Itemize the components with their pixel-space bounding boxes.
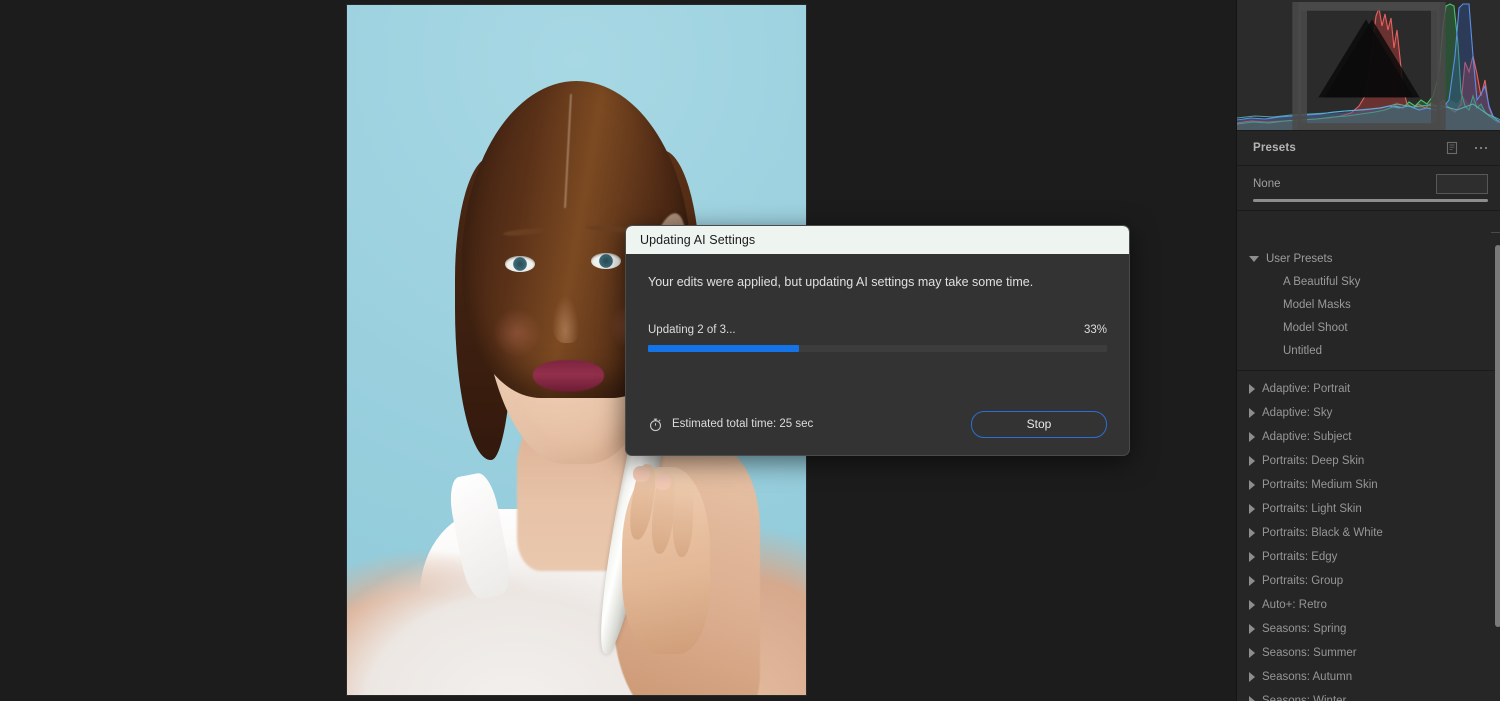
photo-fingernail (633, 465, 650, 483)
presets-scrollbar-thumb[interactable] (1495, 245, 1500, 627)
histogram-panel[interactable] (1237, 0, 1500, 131)
chevron-right-icon (1249, 552, 1255, 562)
chevron-right-icon (1249, 384, 1255, 394)
preset-group-header[interactable]: Portraits: Group (1237, 569, 1500, 593)
preset-group-label: Portraits: Deep Skin (1262, 455, 1365, 467)
dialog-title: Updating AI Settings (640, 233, 756, 247)
preset-group-header[interactable]: Portraits: Deep Skin (1237, 449, 1500, 473)
preset-item[interactable]: A Beautiful Sky (1237, 270, 1500, 293)
presets-collapsed-host: Adaptive: Portrait Adaptive: Sky Adaptive:… (1237, 371, 1500, 701)
preset-group-header[interactable]: Portraits: Medium Skin (1237, 473, 1500, 497)
preset-group-label: Seasons: Autumn (1262, 671, 1353, 683)
progress-percent-label: 33% (1083, 323, 1107, 336)
dialog-message: Your edits were applied, but updating AI… (648, 275, 1034, 289)
preset-group-header[interactable]: Seasons: Summer (1237, 641, 1500, 665)
chevron-down-icon (1249, 256, 1259, 262)
presets-groups-host: User Presets A Beautiful Sky Model Masks Mo… (1237, 242, 1500, 371)
preset-group-header[interactable]: Seasons: Autumn (1237, 665, 1500, 689)
preset-item[interactable]: Untitled (1237, 339, 1500, 362)
preset-group-label: Portraits: Edgy (1262, 551, 1338, 563)
stop-button[interactable]: Stop (971, 410, 1107, 438)
app-window: Updating AI Settings Your edits were app… (0, 0, 1500, 701)
progress-block: Updating 2 of 3... 33% (648, 324, 1107, 352)
preset-group-header[interactable]: Seasons: Spring (1237, 617, 1500, 641)
updating-ai-settings-dialog: Updating AI Settings Your edits were app… (625, 225, 1130, 456)
right-panel: Presets None User Presets A Beautiful Sky… (1236, 0, 1500, 701)
photo-eye-right (591, 253, 621, 270)
chevron-right-icon (1249, 624, 1255, 634)
preset-group-label: Portraits: Medium Skin (1262, 479, 1378, 491)
preset-amount-field[interactable] (1436, 174, 1488, 194)
presets-header-actions (1445, 141, 1487, 155)
current-preset-label: None (1253, 178, 1281, 190)
progress-status-label: Updating 2 of 3... (648, 323, 736, 336)
chevron-right-icon (1249, 408, 1255, 418)
preset-group-header[interactable]: Portraits: Light Skin (1237, 497, 1500, 521)
preset-group-header[interactable]: Portraits: Black & White (1237, 521, 1500, 545)
preset-group-header[interactable]: Adaptive: Subject (1237, 425, 1500, 449)
more-options-icon[interactable] (1474, 146, 1487, 150)
preset-group-label: Portraits: Group (1262, 575, 1344, 587)
preset-group-label: Seasons: Spring (1262, 623, 1347, 635)
chevron-right-icon (1249, 648, 1255, 658)
preset-group-header[interactable]: Adaptive: Sky (1237, 401, 1500, 425)
progress-bar-track (648, 344, 1107, 352)
preset-group-label: User Presets (1266, 253, 1333, 265)
photo-eye-left (505, 256, 535, 273)
preset-item[interactable]: Model Shoot (1237, 316, 1500, 339)
panel-resize-handle[interactable] (1491, 232, 1500, 243)
preset-group-label: Portraits: Light Skin (1262, 503, 1362, 515)
preset-group-label: Adaptive: Subject (1262, 431, 1352, 443)
presets-scrollbar[interactable] (1495, 232, 1500, 633)
progress-row: Updating 2 of 3... 33% (648, 324, 1107, 336)
presets-panel-title: Presets (1253, 142, 1296, 154)
chevron-right-icon (1249, 432, 1255, 442)
chevron-right-icon (1249, 696, 1255, 701)
chevron-right-icon (1249, 576, 1255, 586)
photo-nose (551, 281, 584, 344)
chevron-right-icon (1249, 600, 1255, 610)
presets-list[interactable]: User Presets A Beautiful Sky Model Masks Mo… (1237, 242, 1500, 701)
presets-panel-header: Presets (1237, 131, 1500, 166)
chevron-right-icon (1249, 528, 1255, 538)
create-preset-icon[interactable] (1445, 141, 1459, 155)
chevron-right-icon (1249, 504, 1255, 514)
dialog-body: Your edits were applied, but updating AI… (626, 254, 1129, 352)
timer-icon (649, 418, 662, 431)
preset-amount-slider[interactable] (1253, 199, 1488, 202)
photo-fingernail (654, 473, 672, 491)
dialog-footer: Estimated total time: 25 sec Stop (626, 393, 1129, 455)
highlight-clipping-indicator-icon[interactable] (1237, 2, 1498, 131)
preset-group-label: Seasons: Winter (1262, 695, 1347, 701)
estimated-time-label: Estimated total time: 25 sec (672, 418, 814, 430)
preset-group-label: Adaptive: Sky (1262, 407, 1333, 419)
preset-group-header[interactable]: User Presets (1237, 248, 1500, 270)
preset-group-header[interactable]: Auto+: Retro (1237, 593, 1500, 617)
photo-cheek-left (491, 308, 543, 357)
progress-bar-fill (648, 344, 800, 352)
preset-group-label: Adaptive: Portrait (1262, 383, 1351, 395)
preset-item[interactable]: Model Masks (1237, 293, 1500, 316)
preset-group-label: Portraits: Black & White (1262, 527, 1383, 539)
preset-group-header[interactable]: Adaptive: Portrait (1237, 377, 1500, 401)
chevron-right-icon (1249, 672, 1255, 682)
preset-group-header[interactable]: Portraits: Edgy (1237, 545, 1500, 569)
dialog-titlebar: Updating AI Settings (626, 226, 1129, 254)
chevron-right-icon (1249, 456, 1255, 466)
chevron-right-icon (1249, 480, 1255, 490)
photo-lips (532, 360, 605, 393)
preset-group-label: Seasons: Summer (1262, 647, 1357, 659)
estimated-time: Estimated total time: 25 sec (648, 417, 813, 432)
preset-group-header[interactable]: Seasons: Winter (1237, 689, 1500, 701)
preset-group: User Presets A Beautiful Sky Model Masks Mo… (1237, 242, 1500, 371)
preset-group-label: Auto+: Retro (1262, 599, 1327, 611)
current-preset-row: None (1237, 166, 1500, 211)
